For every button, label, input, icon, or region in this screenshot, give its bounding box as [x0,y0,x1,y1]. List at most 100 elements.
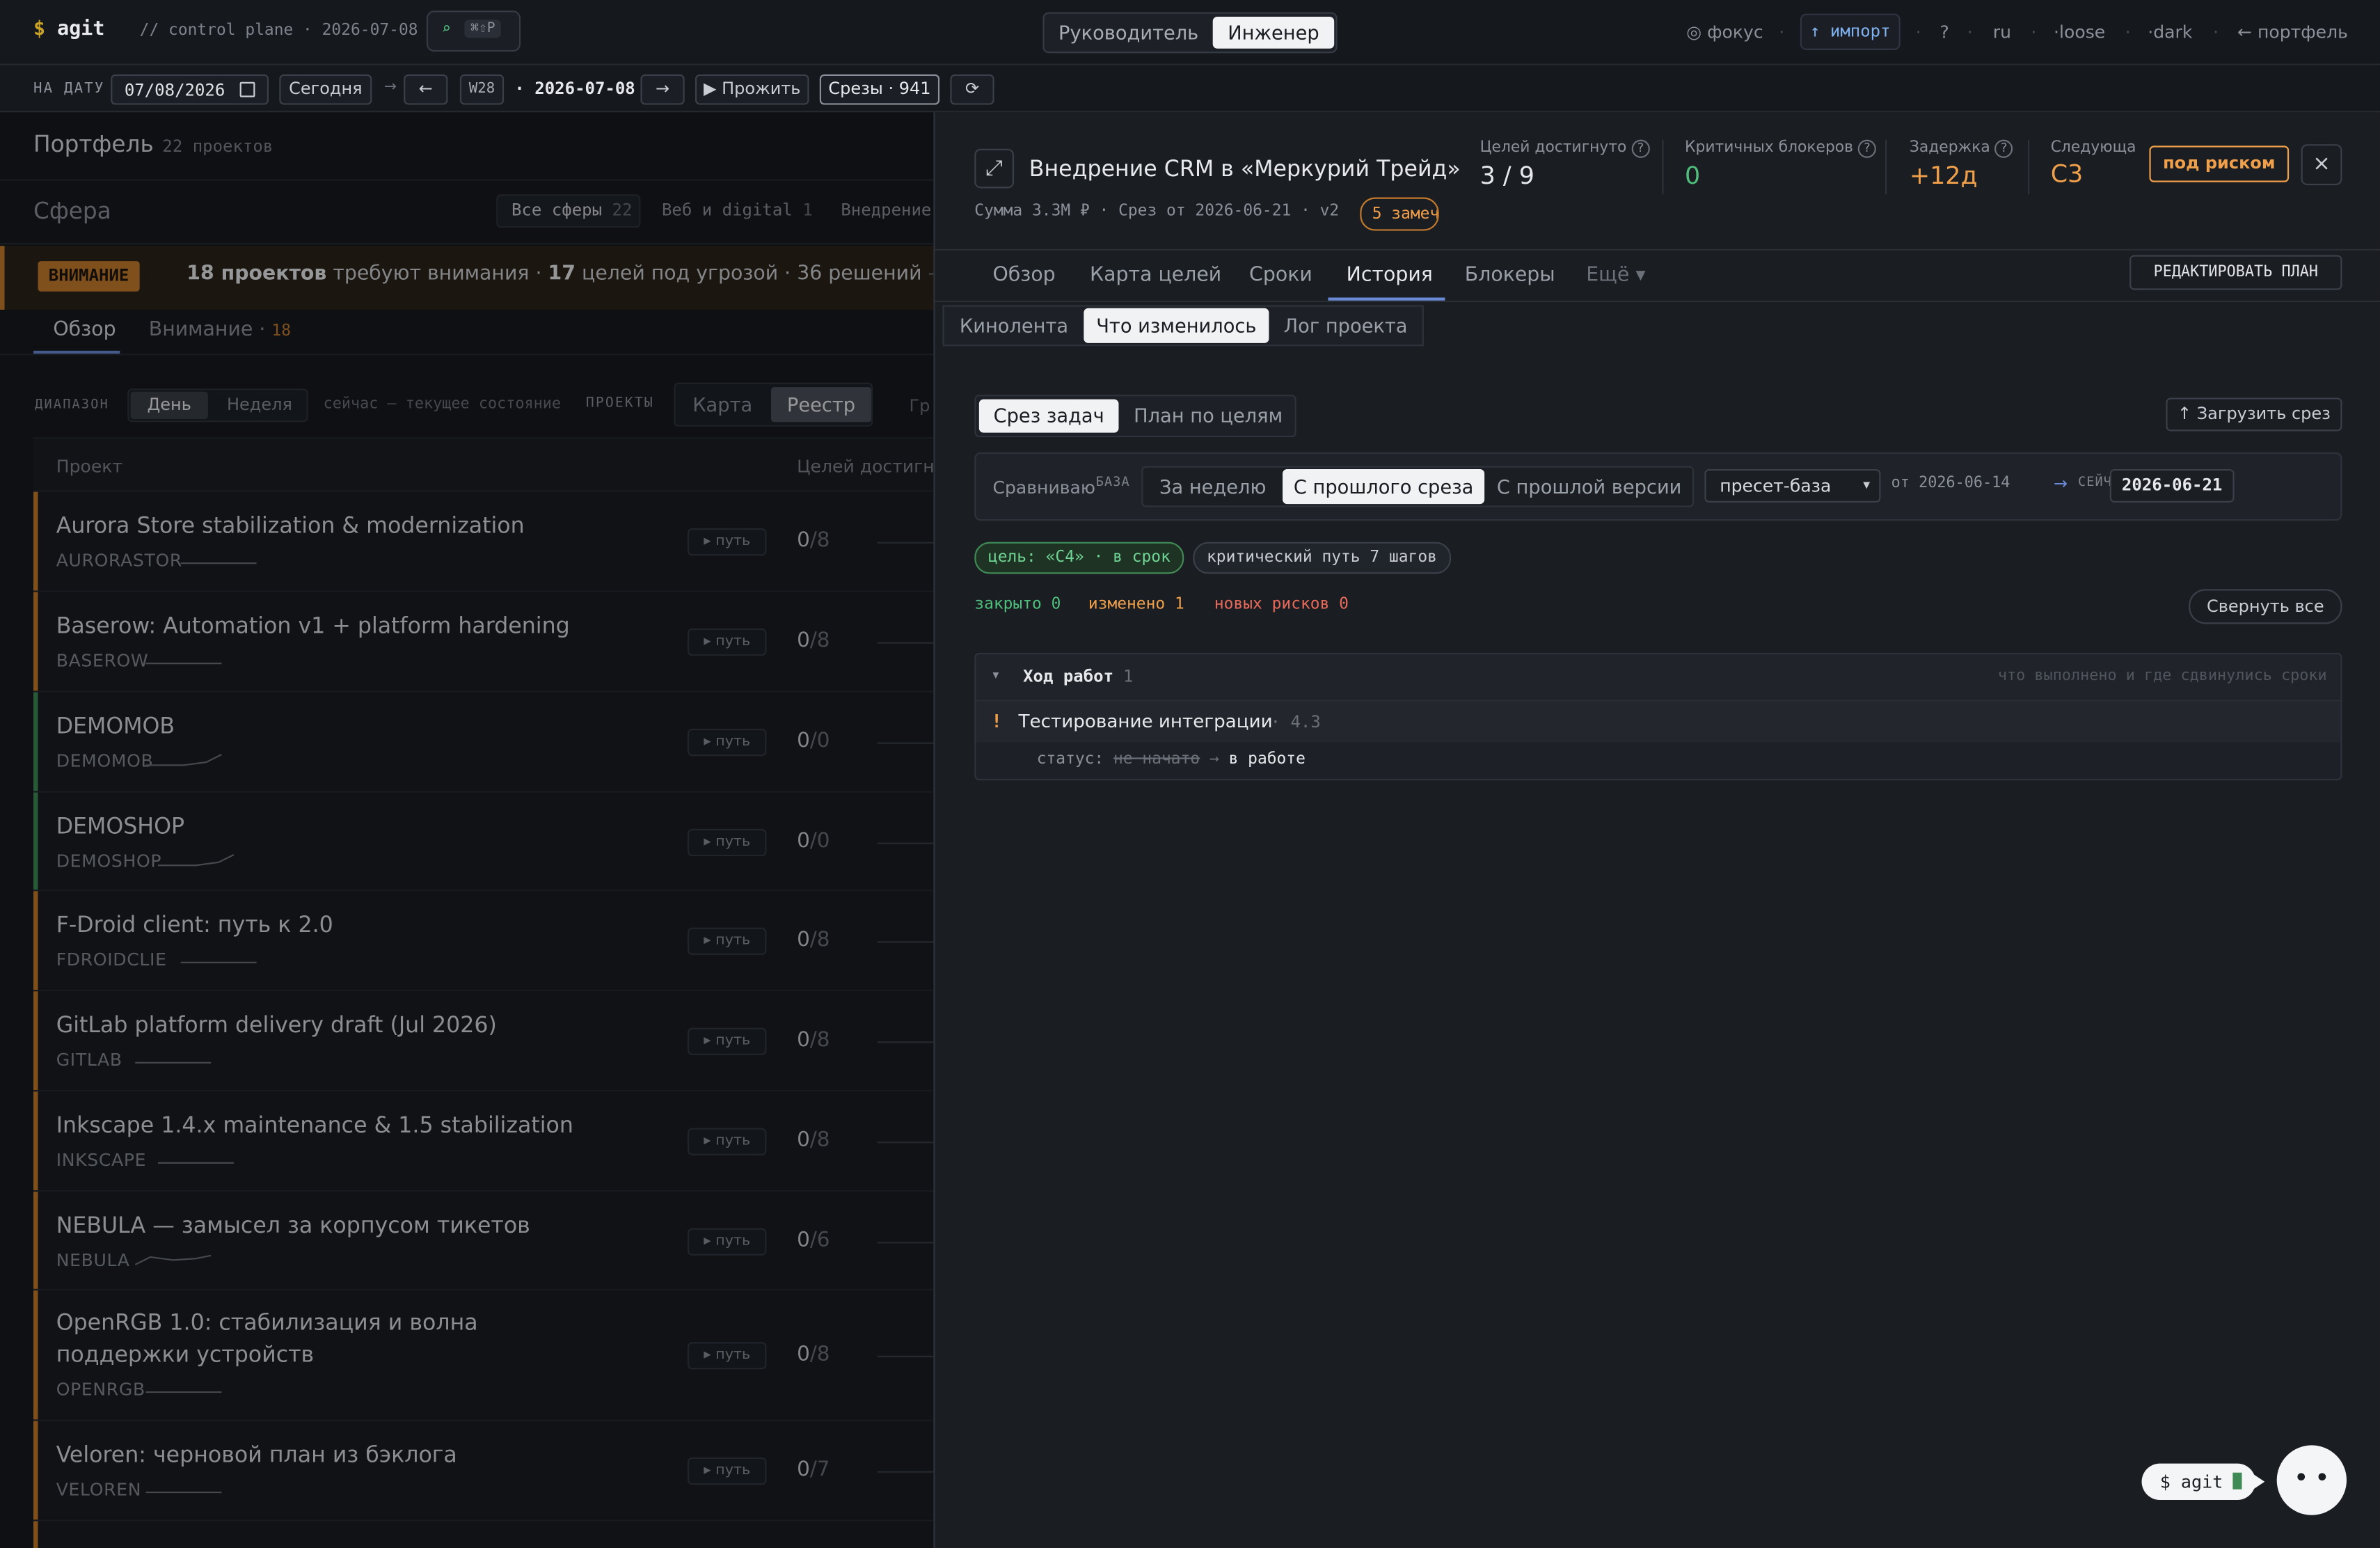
history-subtabs: Кинолента Что изменилось Лог проекта [942,305,1424,347]
assistant-prompt[interactable]: $ agit [2141,1463,2256,1500]
current-date: · 2026-07-08 [514,79,635,99]
project-row[interactable]: Veloren: черновой план из бэклога VELOREN… [33,1421,938,1522]
mode-task-slice[interactable]: Срез задач [978,399,1119,433]
path-button[interactable]: ▸ путь [688,528,767,556]
tab-attention[interactable]: Внимание · 18 [149,319,291,342]
separator: · [1779,21,1785,43]
project-row[interactable]: OpenRGB 1.0: стабилизация и волна поддер… [33,1290,938,1421]
sphere-filter-all[interactable]: Все сферы 22 [496,194,641,228]
project-row[interactable]: DEMOSHOP DEMOSHOP ▸ путь 0/0 [33,792,938,892]
preset-select[interactable]: пресет-база ▾ [1704,468,1881,503]
range-day[interactable]: День [130,391,208,419]
play-button[interactable]: ▶ Прожить [695,74,809,105]
subtab-changes[interactable]: Что изменилось [1084,308,1269,343]
assistant-avatar[interactable]: • • [2276,1445,2347,1515]
project-row[interactable]: DEMOMOB DEMOMOB ▸ путь 0/0 [33,692,938,793]
density-toggle[interactable]: ·loose [2054,22,2105,43]
path-button[interactable]: ▸ путь [688,728,767,757]
language-toggle[interactable]: ru [1993,22,2011,43]
view-map[interactable]: Карта [676,384,770,425]
tab-history[interactable]: История [1347,264,1433,287]
role-manager-tab[interactable]: Руководитель [1045,14,1213,52]
calendar-icon[interactable] [239,81,255,97]
project-title: F-Droid client: путь к 2.0 [56,914,333,938]
project-row[interactable]: F-Droid client: путь к 2.0 FDROIDCLIE ▸ пу… [33,891,938,992]
arrow-icon: → [2054,473,2068,493]
command-palette-button[interactable]: ⌕ ⌘⇧P [426,10,521,52]
project-row[interactable]: GitLab platform delivery draft (Jul 2026… [33,991,938,1092]
path-button[interactable]: ▸ путь [688,628,767,656]
attention-text: 18 проектов требуют внимания · 17 целей … [187,262,967,286]
chevron-down-icon[interactable]: ▾ [992,668,999,682]
path-button[interactable]: ▸ путь [688,1228,767,1256]
tab-timeline[interactable]: Сроки [1249,264,1312,287]
project-row[interactable] [33,1521,934,1548]
next-week-button[interactable]: → [640,74,685,105]
date-label: НА ДАТУ [33,80,105,97]
subtab-log[interactable]: Лог проекта [1269,307,1422,345]
mode-goal-plan[interactable]: План по целям [1122,396,1295,436]
upload-slice-button[interactable]: ↑ Загрузить срез [2166,397,2342,432]
help-button[interactable]: ? [1939,22,1949,43]
tab-overview[interactable]: Обзор [53,319,116,342]
close-icon[interactable]: × [2301,144,2342,186]
project-code: OPENRGB [56,1378,145,1400]
today-button[interactable]: Сегодня [279,74,372,105]
refresh-button[interactable]: ⟳ [950,74,994,105]
range-week[interactable]: Неделя [214,392,306,419]
status-stripe [33,792,38,890]
portfolio-link[interactable]: ← портфель [2237,22,2348,43]
change-item[interactable]: ! Тестирование интеграции · 4.3 [976,701,2341,743]
path-button[interactable]: ▸ путь [688,828,767,857]
import-button[interactable]: ↑ импорт [1800,13,1901,50]
tab-overview[interactable]: Обзор [992,264,1055,287]
project-row[interactable]: Inkscape 1.4.x maintenance & 1.5 stabili… [33,1091,938,1192]
collapse-all-button[interactable]: Свернуть все [2189,589,2342,624]
edit-plan-button[interactable]: РЕДАКТИРОВАТЬ ПЛАН [2129,255,2342,290]
path-button[interactable]: ▸ путь [688,927,767,955]
goals-count: 0/0 [797,728,830,753]
project-row[interactable]: NEBULA — замысел за корпусом тикетов NEBU… [33,1192,938,1290]
project-row[interactable]: Aurora Store stabilization & modernizati… [33,491,938,592]
date-input[interactable]: 07/08/2026 [111,74,269,105]
section-header[interactable]: ▾ Ход работ 1 что выполнено и где сдвину… [976,654,2341,702]
tab-goal-map[interactable]: Карта целей [1090,264,1221,287]
project-row[interactable]: Baserow: Automation v1 + platform harden… [33,592,938,693]
range-label: ДИАПАЗОН [35,397,109,413]
compare-last-slice[interactable]: С прошлого среза [1283,468,1485,505]
path-button[interactable]: ▸ путь [688,1027,767,1055]
critical-path-chip[interactable]: критический путь 7 шагов [1193,542,1451,574]
sphere-filter-web[interactable]: Веб и digital 1 [662,200,813,220]
compare-week[interactable]: За неделю [1143,468,1283,506]
path-button[interactable]: ▸ путь [688,1342,767,1370]
path-button[interactable]: ▸ путь [688,1457,767,1485]
prev-week-button[interactable]: ← [404,74,448,105]
sphere-filter-implementation[interactable]: Внедрение [841,200,931,220]
changed-count: изменено 1 [1088,594,1184,614]
help-icon[interactable]: ? [1857,139,1877,158]
now-date[interactable]: 2026-06-21 [2109,468,2235,503]
warning-icon: ! [991,710,1003,732]
subtab-film[interactable]: Кинолента [944,307,1084,345]
help-icon[interactable]: ? [1994,139,2013,158]
app-logo[interactable]: $ agit [33,18,104,41]
notes-badge[interactable]: 5 замеч [1360,197,1439,231]
tab-blockers[interactable]: Блокеры [1465,264,1555,287]
progress-line [877,642,938,644]
attention-banner: ВНИМАНИЕ 18 проектов требуют внимания · … [0,246,967,310]
tab-more[interactable]: Ещё ▾ [1586,264,1645,287]
theme-toggle[interactable]: ·dark [2148,22,2192,43]
kpi-blockers: Критичных блокеров ? 0 [1685,139,1885,195]
focus-toggle[interactable]: ◎ фокус [1686,22,1763,43]
top-bar: $ agit // control plane · 2026-07-08 ⌕ ⌘… [0,0,2380,65]
slices-button[interactable]: Срезы · 941 [819,74,940,105]
goal-chip[interactable]: цель: «C4» · в срок [974,542,1184,574]
role-engineer-tab[interactable]: Инженер [1212,16,1335,49]
project-code: VELOREN [56,1478,142,1500]
view-registry[interactable]: Реестр [771,387,871,422]
path-button[interactable]: ▸ путь [688,1128,767,1155]
compare-last-version[interactable]: С прошлой версии [1486,468,1692,506]
expand-icon[interactable]: ⤢ [974,148,1014,189]
help-icon[interactable]: ? [1631,139,1650,158]
sparkline [145,663,222,665]
